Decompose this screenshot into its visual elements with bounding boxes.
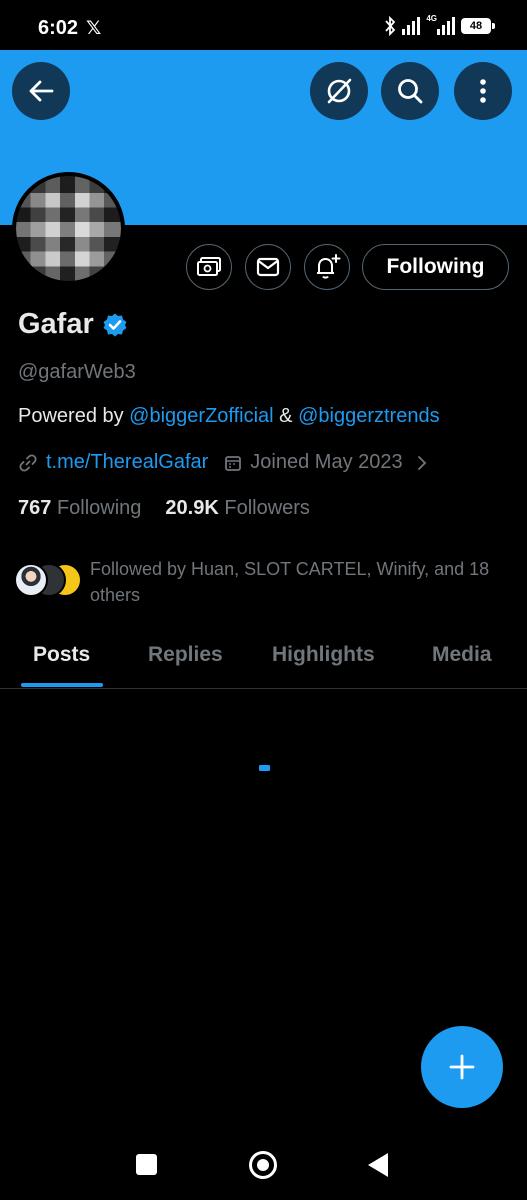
tab-highlights[interactable]: Highlights: [272, 643, 375, 667]
back-arrow-icon: [29, 80, 54, 102]
tab-posts[interactable]: Posts: [33, 643, 90, 667]
following-button[interactable]: Following: [362, 244, 509, 290]
x-logo-icon: 𝕏: [86, 18, 102, 39]
status-icons: 4G 48: [384, 13, 495, 36]
notify-button[interactable]: [304, 244, 350, 290]
notification-bell-add-icon: [317, 254, 341, 279]
following-count-link[interactable]: 767 Following: [18, 497, 141, 520]
loading-spinner: [259, 765, 270, 771]
followed-by-text: Followed by Huan, SLOT CARTEL, Winify, a…: [90, 559, 490, 605]
message-button[interactable]: [245, 244, 291, 290]
search-button[interactable]: [381, 62, 439, 120]
follow-counts: 767 Following 20.9K Followers: [18, 497, 310, 520]
followed-by-avatars: [14, 557, 86, 597]
avatar-image: [16, 176, 121, 281]
back-triangle-icon[interactable]: [368, 1153, 388, 1177]
recents-square-icon[interactable]: [136, 1154, 157, 1175]
tab-media[interactable]: Media: [432, 643, 492, 667]
chevron-right-icon[interactable]: [417, 455, 427, 471]
profile-meta: t.me/TherealGafar Joined May 2023: [18, 451, 427, 474]
profile-tabs: Posts Replies Highlights Media: [0, 625, 527, 689]
bio-text: Powered by: [18, 405, 130, 427]
calendar-icon: [225, 455, 242, 471]
following-count: 767: [18, 497, 52, 519]
plus-icon: [449, 1054, 475, 1080]
signal-4g-icon: [437, 17, 455, 35]
battery-level: 48: [469, 20, 483, 32]
message-icon: [256, 257, 280, 277]
back-button[interactable]: [12, 62, 70, 120]
more-vertical-icon: [480, 79, 486, 103]
search-icon: [398, 79, 423, 104]
home-circle-icon[interactable]: [249, 1151, 277, 1179]
bio-ampersand: &: [273, 405, 299, 427]
bluetooth-icon: [385, 16, 396, 36]
grok-icon: [327, 78, 352, 104]
signal-icon: [402, 17, 421, 35]
followers-label: Followers: [224, 497, 310, 519]
system-nav-bar: [0, 1130, 527, 1200]
name-row: Gafar: [18, 308, 128, 341]
followers-count-link[interactable]: 20.9K Followers: [165, 497, 310, 520]
profile-link[interactable]: t.me/TherealGafar: [46, 451, 208, 474]
network-type: 4G: [426, 13, 437, 23]
tab-replies[interactable]: Replies: [148, 643, 223, 667]
battery-icon: 48: [461, 18, 495, 34]
link-icon: [19, 453, 37, 472]
profile-avatar[interactable]: [12, 172, 125, 285]
followers-count: 20.9K: [165, 497, 219, 519]
compose-post-button[interactable]: [421, 1026, 503, 1108]
bio-mention-biggerzofficial[interactable]: @biggerZofficial: [129, 405, 273, 427]
following-label: Following: [56, 497, 142, 519]
status-bar: 6:02 𝕏 4G 48: [0, 0, 527, 50]
subscribe-tip-icon: [197, 257, 221, 276]
profile-handle: @gafarWeb3: [18, 361, 136, 383]
profile-name: Gafar: [18, 308, 94, 340]
subscribe-tip-button[interactable]: [186, 244, 232, 290]
more-options-button[interactable]: [454, 62, 512, 120]
followed-by[interactable]: Followed by Huan, SLOT CARTEL, Winify, a…: [14, 557, 514, 608]
verified-badge-icon[interactable]: [102, 312, 128, 338]
joined-date: Joined May 2023: [250, 451, 403, 473]
grok-button[interactable]: [310, 62, 368, 120]
status-time: 6:02: [38, 17, 79, 39]
profile-bio: Powered by @biggerZofficial & @biggerztr…: [18, 405, 440, 428]
active-tab-indicator: [21, 683, 103, 687]
bio-mention-biggerztrends[interactable]: @biggerztrends: [298, 405, 439, 427]
avatar: [14, 563, 48, 597]
